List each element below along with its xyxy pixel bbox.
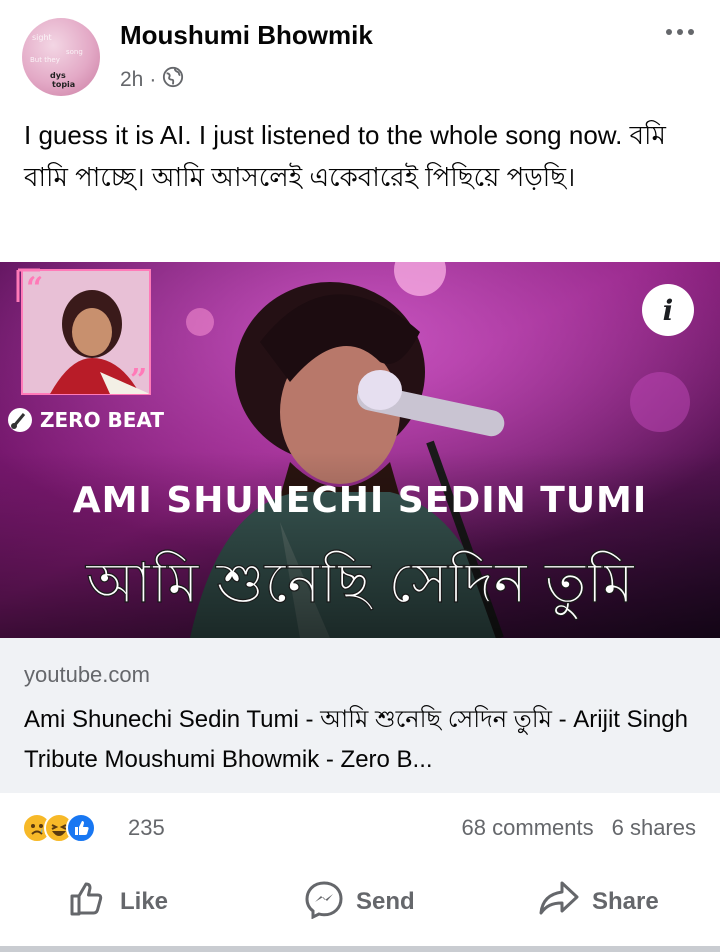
svg-text:But they: But they — [30, 56, 60, 64]
send-button[interactable]: Send — [304, 880, 415, 922]
comments-count[interactable]: 68 comments — [462, 815, 594, 841]
more-options-icon[interactable] — [660, 20, 700, 44]
post-header: sight song But they dys topia Moushumi B… — [0, 0, 720, 110]
svg-text:”: ” — [130, 363, 147, 398]
brand-label: ZERO BEAT — [40, 408, 164, 432]
reactions-bar: 235 68 comments 6 shares — [0, 805, 720, 849]
thumbnail-title-bengali: আমি শুনেছি সেদিন তুমি — [85, 550, 635, 620]
link-domain: youtube.com — [24, 662, 150, 687]
svg-text:“: “ — [26, 271, 43, 306]
share-button[interactable]: Share — [538, 881, 659, 922]
reaction-count[interactable]: 235 — [128, 815, 165, 841]
zero-beat-logo-icon — [8, 408, 32, 432]
link-title[interactable]: Ami Shunechi Sedin Tumi - আমি শুনেছি সেদ… — [24, 700, 696, 780]
info-icon[interactable]: i — [642, 284, 694, 336]
link-thumbnail[interactable]: “ ” ZERO BEAT i AMI SHUNECHI SEDIN TUMI … — [0, 262, 720, 638]
inset-portrait: “ ” — [16, 268, 151, 398]
like-reaction-icon — [66, 813, 96, 843]
send-label: Send — [356, 888, 415, 915]
post-text: I guess it is AI. I just listened to the… — [24, 120, 666, 192]
svg-text:sight: sight — [32, 33, 52, 42]
thumbnail-title-english: AMI SHUNECHI SEDIN TUMI — [73, 480, 648, 521]
author-name[interactable]: Moushumi Bhowmik — [120, 20, 373, 51]
reaction-icons[interactable] — [22, 813, 122, 843]
post-meta: 2h · — [120, 66, 184, 94]
svg-text:topia: topia — [52, 80, 75, 89]
post-time[interactable]: 2h — [120, 68, 143, 92]
globe-icon — [162, 66, 184, 94]
svg-text:dys: dys — [50, 71, 66, 80]
share-icon — [538, 879, 580, 926]
like-button[interactable]: Like — [68, 882, 168, 922]
meta-separator: · — [149, 68, 157, 91]
like-icon — [68, 879, 108, 926]
like-label: Like — [120, 888, 169, 915]
svg-text:song: song — [66, 48, 83, 56]
author-avatar[interactable]: sight song But they dys topia — [22, 18, 100, 96]
svg-text:i: i — [663, 294, 674, 327]
share-label: Share — [592, 888, 659, 915]
shares-count[interactable]: 6 shares — [612, 815, 696, 841]
post-actions: Like Send Share — [0, 870, 720, 936]
messenger-icon — [304, 879, 344, 926]
post-divider — [0, 946, 720, 952]
